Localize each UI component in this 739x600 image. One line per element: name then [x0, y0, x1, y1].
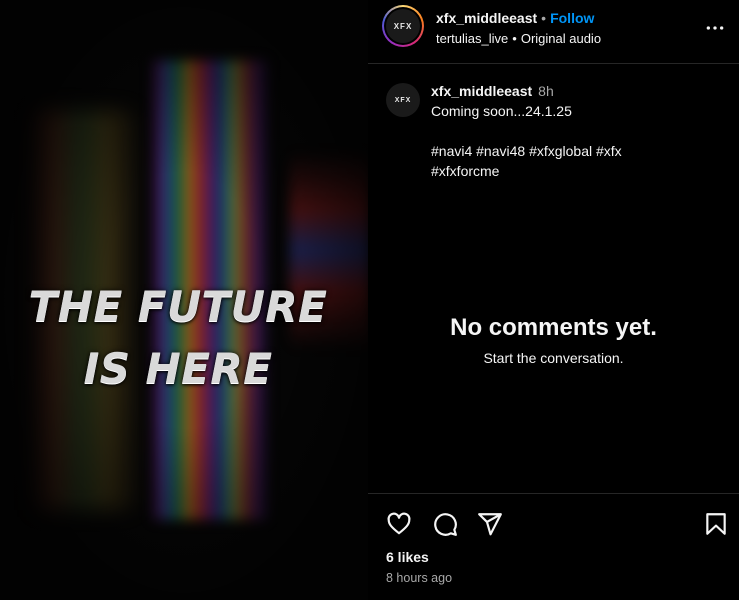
empty-comments-subtitle: Start the conversation. [483, 350, 624, 366]
likes-count[interactable]: 6 likes [386, 549, 429, 565]
header-text: xfx_middleeast • Follow tertulias_live • Ori… [436, 9, 601, 49]
media-headline-line1: THE FUTURE [28, 282, 328, 331]
actions-area: 6 likes 8 hours ago [368, 493, 739, 600]
post-panel: XFX xfx_middleeast • Follow tertulias_live… [368, 0, 739, 600]
empty-comments: No comments yet. Start the conversation. [368, 312, 739, 368]
post-media[interactable]: THE FUTURE IS HERE [0, 0, 368, 600]
heart-icon[interactable] [386, 511, 412, 537]
media-headline-line2: IS HERE [83, 344, 273, 393]
header-dot: • [541, 10, 547, 26]
bookmark-icon[interactable] [703, 511, 729, 537]
header-line2: tertulias_live • Original audio [436, 29, 601, 49]
comment-icon[interactable] [432, 511, 458, 537]
header-line1: xfx_middleeast • Follow [436, 9, 601, 27]
story-ring[interactable]: XFX [382, 5, 424, 47]
header-username[interactable]: xfx_middleeast [436, 10, 537, 26]
post-time[interactable]: 8 hours ago [386, 571, 452, 585]
caption-tags-line1[interactable]: #navi4 #navi48 #xfxglobal #xfx [431, 141, 721, 161]
caption-text: Coming soon...24.1.25 [431, 103, 572, 119]
avatar[interactable]: XFX [386, 9, 420, 43]
caption-body: xfx_middleeast 8h Coming soon...24.1.25 #… [431, 81, 721, 181]
audio-label[interactable]: Original audio [521, 31, 601, 46]
audio-user[interactable]: tertulias_live [436, 31, 508, 46]
more-horizontal-icon[interactable] [705, 18, 725, 38]
caption-time: 8h [538, 83, 554, 99]
caption-tags-line2[interactable]: #xfxforcme [431, 161, 721, 181]
audio-dot: • [512, 31, 517, 46]
empty-comments-title: No comments yet. [450, 314, 657, 341]
media-headline: THE FUTURE IS HERE [0, 276, 356, 400]
post-header: XFX xfx_middleeast • Follow tertulias_live… [368, 0, 739, 64]
follow-button[interactable]: Follow [550, 10, 594, 26]
caption-avatar[interactable]: XFX [386, 83, 420, 117]
caption-username[interactable]: xfx_middleeast [431, 83, 532, 99]
send-icon[interactable] [477, 511, 503, 537]
